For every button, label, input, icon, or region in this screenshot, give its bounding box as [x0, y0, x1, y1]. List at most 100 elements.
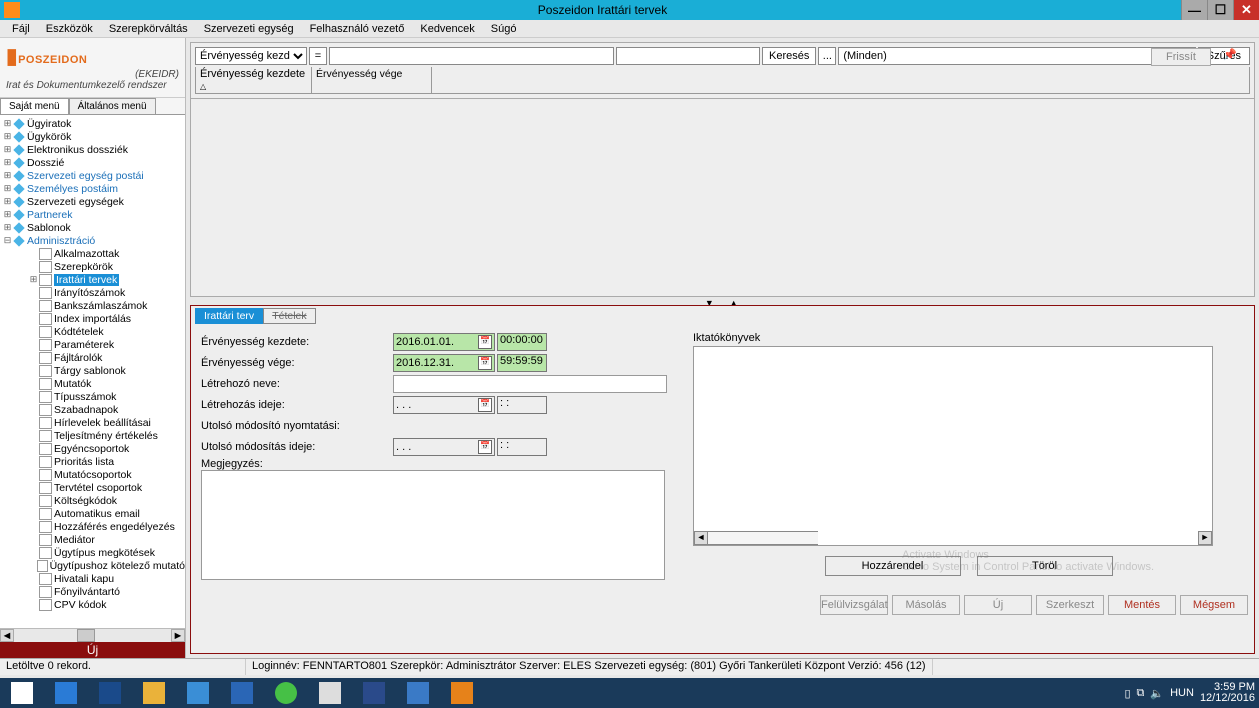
new-button-bar[interactable]: Új	[0, 642, 185, 658]
masolas-button[interactable]: Másolás	[892, 595, 960, 615]
search-input[interactable]	[329, 47, 614, 65]
nav-tree[interactable]: ⊞Ügyiratok⊞Ügykörök⊞Elektronikus dosszié…	[0, 115, 185, 642]
mentes-button[interactable]: Mentés	[1108, 595, 1176, 615]
menu-eszkozok[interactable]: Eszközök	[38, 22, 101, 36]
tree-item[interactable]: Mutatócsoportok	[0, 468, 185, 481]
scroll-right-icon[interactable]: ►	[171, 629, 185, 642]
taskbar-explorer[interactable]	[44, 679, 88, 707]
tree-item[interactable]: Szerepkörök	[0, 260, 185, 273]
search-input-2[interactable]	[616, 47, 760, 65]
tray-network-icon[interactable]: ⧉	[1137, 687, 1145, 700]
tree-item[interactable]: Irányítószámok	[0, 286, 185, 299]
tree-item[interactable]: Paraméterek	[0, 338, 185, 351]
pin-icon[interactable]: 📌	[1223, 48, 1239, 64]
tab-altalanos-menu[interactable]: Általános menü	[69, 98, 156, 114]
tree-item[interactable]: ⊞Sablonok	[0, 221, 185, 234]
tab-sajat-menu[interactable]: Saját menü	[0, 98, 69, 114]
search-button[interactable]: Keresés	[762, 47, 816, 65]
col-header-ervenyesseg-vege[interactable]: Érvényesség vége	[312, 67, 432, 93]
menu-sugo[interactable]: Súgó	[483, 22, 525, 36]
uj-button[interactable]: Új	[964, 595, 1032, 615]
tree-item[interactable]: Alkalmazottak	[0, 247, 185, 260]
tree-item[interactable]: ⊞Dosszié	[0, 156, 185, 169]
tree-item[interactable]: ⊞Elektronikus dossziék	[0, 143, 185, 156]
col-header-ervenyesseg-kezdete[interactable]: Érvényesség kezdete △	[196, 67, 312, 93]
calendar-icon[interactable]: 📅	[478, 440, 492, 454]
input-li-time[interactable]: : :	[497, 396, 547, 414]
tree-item[interactable]: ⊞Személyes postáim	[0, 182, 185, 195]
ellipsis-button[interactable]: ...	[818, 47, 836, 65]
tree-item[interactable]: ⊟Adminisztráció	[0, 234, 185, 247]
tree-item[interactable]: ⊞Ügykörök	[0, 130, 185, 143]
tree-item[interactable]: CPV kódok	[0, 598, 185, 611]
tray-clock[interactable]: 3:59 PM 12/12/2016	[1200, 682, 1255, 704]
taskbar-app6[interactable]	[396, 679, 440, 707]
tree-item[interactable]: ⊞Irattári tervek	[0, 273, 185, 286]
calendar-icon[interactable]: 📅	[478, 335, 492, 349]
tree-item[interactable]: Főnyilvántartó	[0, 585, 185, 598]
tree-item[interactable]: Bankszámlaszámok	[0, 299, 185, 312]
taskbar-folder[interactable]	[132, 679, 176, 707]
input-letrehozo-neve[interactable]	[393, 375, 667, 393]
menu-felhasznalo-vezeto[interactable]: Felhasználó vezető	[302, 22, 413, 36]
tree-item[interactable]: Automatikus email	[0, 507, 185, 520]
tree-item[interactable]: Ügytípushoz kötelező mutató	[0, 559, 185, 572]
scroll-left-icon[interactable]: ◄	[0, 629, 14, 642]
taskbar-app4[interactable]	[308, 679, 352, 707]
tree-item[interactable]: Fájltárolók	[0, 351, 185, 364]
tree-item[interactable]: ⊞Szervezeti egység postái	[0, 169, 185, 182]
input-ek-time[interactable]: 00:00:00	[497, 333, 547, 351]
tree-item[interactable]: Prioritás lista	[0, 455, 185, 468]
torol-button[interactable]: Töröl	[977, 556, 1113, 576]
tray-flag-icon[interactable]: ▯	[1124, 687, 1130, 700]
scroll-thumb[interactable]	[77, 629, 95, 642]
tree-item[interactable]: Ügytípus megkötések	[0, 546, 185, 559]
menu-fajl[interactable]: Fájl	[4, 22, 38, 36]
taskbar-app2[interactable]	[220, 679, 264, 707]
input-ev-date[interactable]: 2016.12.31.📅	[393, 354, 495, 372]
tree-item[interactable]: Mediátor	[0, 533, 185, 546]
tab-tetelek[interactable]: Tételek	[263, 308, 315, 324]
iktatokonyvek-list[interactable]: ◄►	[693, 346, 1213, 546]
minimize-button[interactable]: —	[1181, 0, 1207, 20]
menu-kedvencek[interactable]: Kedvencek	[412, 22, 482, 36]
taskbar-app1[interactable]	[176, 679, 220, 707]
tray-sound-icon[interactable]: 🔈	[1150, 687, 1164, 700]
menu-szerepkorvaltas[interactable]: Szerepkörváltás	[101, 22, 196, 36]
scope-select[interactable]: (Minden)	[838, 47, 1195, 65]
input-ev-time[interactable]: 59:59:59	[497, 354, 547, 372]
operator-button[interactable]: =	[309, 47, 327, 65]
tree-item[interactable]: Költségkódok	[0, 494, 185, 507]
start-button[interactable]	[0, 679, 44, 707]
tree-item[interactable]: ⊞Ügyiratok	[0, 117, 185, 130]
tree-item[interactable]: Tárgy sablonok	[0, 364, 185, 377]
tree-item[interactable]: Tervtétel csoportok	[0, 481, 185, 494]
tree-item[interactable]: Hivatali kapu	[0, 572, 185, 585]
splitter[interactable]: ▼ ▲	[190, 297, 1255, 305]
menu-szervezeti-egyseg[interactable]: Szervezeti egység	[196, 22, 302, 36]
tree-item[interactable]: ⊞Szervezeti egységek	[0, 195, 185, 208]
filter-field-select[interactable]: Érvényesség kezdete	[195, 47, 307, 65]
szerkeszt-button[interactable]: Szerkeszt	[1036, 595, 1104, 615]
taskbar-poszeidon[interactable]	[440, 679, 484, 707]
tree-item[interactable]: ⊞Partnerek	[0, 208, 185, 221]
taskbar-app5[interactable]	[352, 679, 396, 707]
input-li-date[interactable]: . . .📅	[393, 396, 495, 414]
taskbar-powershell[interactable]	[88, 679, 132, 707]
calendar-icon[interactable]: 📅	[478, 398, 492, 412]
tree-item[interactable]: Hírlevelek beállításai	[0, 416, 185, 429]
input-ek-date[interactable]: 2016.01.01.📅	[393, 333, 495, 351]
tree-item[interactable]: Hozzáférés engedélyezés	[0, 520, 185, 533]
tree-item[interactable]: Típusszámok	[0, 390, 185, 403]
tree-item[interactable]: Egyéncsoportok	[0, 442, 185, 455]
tree-item[interactable]: Teljesítmény értékelés	[0, 429, 185, 442]
tab-irattari-terv[interactable]: Irattári terv	[195, 308, 263, 324]
calendar-icon[interactable]: 📅	[478, 356, 492, 370]
refresh-button[interactable]: Frissít	[1151, 48, 1211, 66]
close-button[interactable]: ✕	[1233, 0, 1259, 20]
tree-item[interactable]: Index importálás	[0, 312, 185, 325]
input-umi-time[interactable]: : :	[497, 438, 547, 456]
result-grid[interactable]	[190, 99, 1255, 297]
list-hscrollbar[interactable]: ◄►	[694, 531, 1212, 545]
textarea-megjegyzes[interactable]	[201, 470, 665, 580]
